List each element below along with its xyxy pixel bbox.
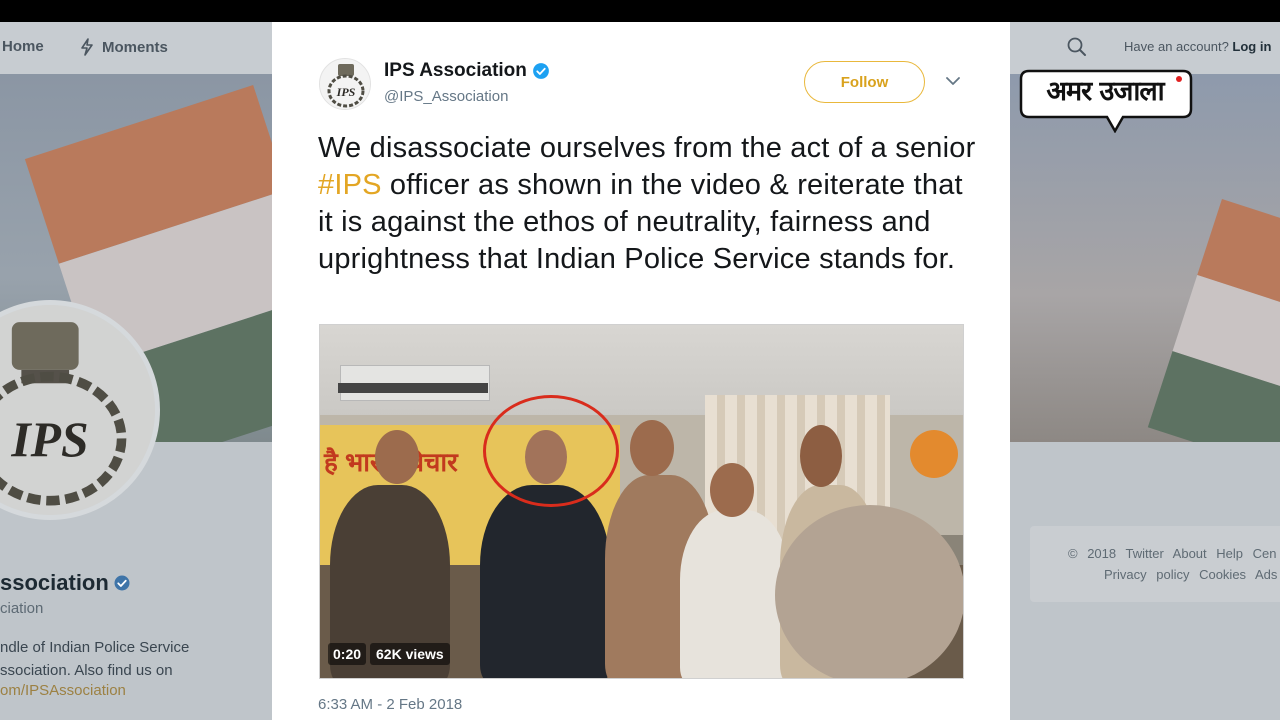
footer-line[interactable]: Privacy policy Cookies Ads <box>1104 567 1277 582</box>
highlight-circle <box>483 395 619 507</box>
video-views: 62K views <box>370 643 450 665</box>
svg-text:IPS: IPS <box>336 85 356 99</box>
profile-name-text: ssociation <box>0 570 109 595</box>
tweet-text-part: We disassociate ourselves from the act o… <box>318 132 976 164</box>
verified-badge-icon <box>114 575 130 591</box>
profile-name: ssociation <box>0 570 131 596</box>
video-person <box>775 505 963 678</box>
tweet-author-avatar[interactable]: IPS <box>319 58 371 110</box>
account-prompt-text: Have an account? <box>1124 39 1229 54</box>
svg-text:IPS: IPS <box>10 412 88 467</box>
tweet-author-name-text: IPS Association <box>384 60 527 81</box>
nav-home[interactable]: Home <box>2 38 44 55</box>
nav-moments[interactable]: Moments <box>80 38 168 56</box>
nav-home-label: Home <box>2 38 44 55</box>
profile-bio-line: ndle of Indian Police Service <box>0 639 190 656</box>
video-person <box>375 430 419 484</box>
profile-bio: ndle of Indian Police Service ssociation… <box>0 636 270 682</box>
video-person <box>800 425 842 487</box>
footer-links: © 2018 Twitter About Help Cen Privacy po… <box>1030 526 1280 602</box>
tweet-author-handle[interactable]: @IPS_Association <box>384 88 508 105</box>
account-prompt: Have an account? Log in <box>1124 39 1271 54</box>
nav-moments-label: Moments <box>102 38 168 56</box>
watermark-text: अमर उजाला <box>1046 76 1164 107</box>
video-person <box>710 463 754 517</box>
flag-image <box>1147 198 1280 442</box>
tweet-author-name[interactable]: IPS Association <box>384 60 550 82</box>
video-person <box>680 510 790 678</box>
tweet-modal: IPS IPS Association @IPS_Association Fol… <box>272 22 1010 720</box>
video-person <box>480 485 610 678</box>
hashtag-link[interactable]: #IPS <box>318 169 382 201</box>
profile-link[interactable]: om/IPSAssociation <box>0 682 126 699</box>
lightning-bolt-icon <box>81 38 93 56</box>
video-duration: 0:20 <box>328 643 367 665</box>
search-icon[interactable] <box>1066 36 1088 58</box>
video-scene-ac <box>338 383 488 393</box>
tweet-text: We disassociate ourselves from the act o… <box>318 130 978 278</box>
footer-line[interactable]: © 2018 Twitter About Help Cen <box>1068 546 1276 561</box>
login-link[interactable]: Log in <box>1232 39 1271 54</box>
video-player[interactable]: है भारत विचार 0:20 62K views <box>319 324 964 679</box>
follow-button[interactable]: Follow <box>804 61 925 103</box>
tweet-timestamp[interactable]: 6:33 AM - 2 Feb 2018 <box>318 696 462 713</box>
profile-bio-line: ssociation. Also find us on <box>0 662 173 679</box>
profile-handle: ciation <box>0 600 44 617</box>
video-person <box>630 420 674 476</box>
ips-emblem-icon: IPS <box>320 59 370 109</box>
video-person <box>910 430 958 478</box>
ips-emblem-icon: IPS <box>0 305 155 515</box>
chevron-down-icon[interactable] <box>946 76 960 86</box>
verified-badge-icon <box>533 63 549 79</box>
top-black-strip <box>0 0 1280 22</box>
tweet-text-part: officer as shown in the video & reiterat… <box>318 169 963 275</box>
